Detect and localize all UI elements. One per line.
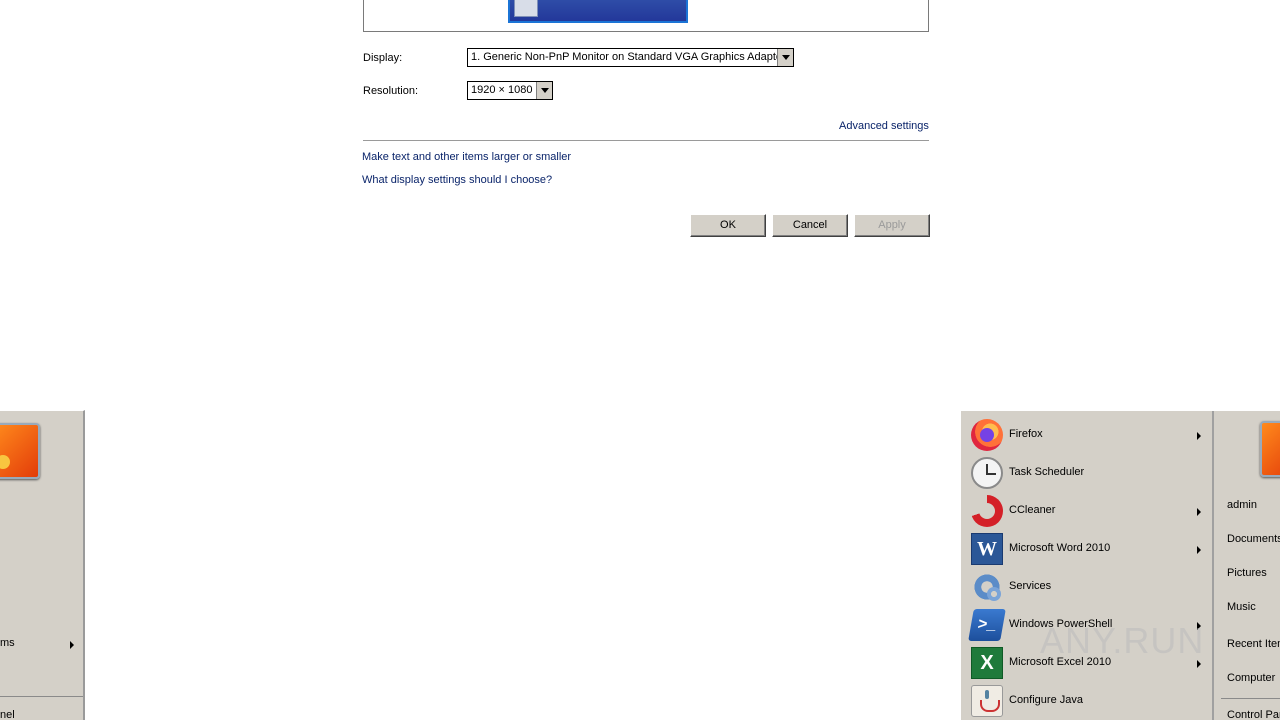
- display-help-link[interactable]: What display settings should I choose?: [362, 174, 552, 186]
- program-item-configure-java[interactable]: Configure Java: [969, 683, 1209, 719]
- program-label: CCleaner: [1009, 504, 1056, 516]
- place-item-recent-items[interactable]: Recent Items: [1227, 638, 1280, 650]
- display-select-value: 1. Generic Non-PnP Monitor on Standard V…: [471, 51, 786, 63]
- resolution-label: Resolution:: [363, 85, 419, 97]
- program-label: Configure Java: [1009, 694, 1083, 706]
- start-menu: Firefox Task Scheduler CCleaner W Micros…: [960, 410, 1280, 720]
- user-picture[interactable]: [1260, 421, 1280, 477]
- chevron-right-icon: [70, 641, 74, 649]
- text-size-link[interactable]: Make text and other items larger or smal…: [362, 151, 571, 163]
- menu-separator: [0, 696, 83, 697]
- word-icon: W: [971, 533, 1003, 565]
- program-item-task-scheduler[interactable]: Task Scheduler: [969, 455, 1209, 491]
- place-item-documents[interactable]: Documents: [1227, 533, 1280, 545]
- program-item-services[interactable]: Services: [969, 569, 1209, 605]
- program-label: Microsoft Word 2010: [1009, 542, 1111, 554]
- program-item-firefox[interactable]: Firefox: [969, 417, 1209, 453]
- chevron-right-icon: [1197, 660, 1201, 668]
- task-scheduler-icon: [971, 457, 1003, 489]
- display-label: Display:: [363, 52, 403, 64]
- program-label: Windows PowerShell: [1009, 618, 1113, 630]
- start-menu-programs: Firefox Task Scheduler CCleaner W Micros…: [961, 411, 1214, 720]
- ok-button[interactable]: OK: [690, 214, 766, 237]
- all-programs-item[interactable]: ms: [0, 637, 15, 649]
- program-item-ccleaner[interactable]: CCleaner: [969, 493, 1209, 529]
- place-item-admin[interactable]: admin: [1227, 499, 1257, 511]
- left-start-menu-fragment: ms nel: [0, 410, 85, 720]
- control-panel-item[interactable]: nel: [0, 709, 15, 720]
- powershell-icon: >_: [968, 609, 1006, 641]
- display-select[interactable]: 1. Generic Non-PnP Monitor on Standard V…: [467, 48, 794, 67]
- chevron-right-icon: [1197, 622, 1201, 630]
- menu-separator: [1221, 698, 1280, 699]
- program-item-powershell[interactable]: >_ Windows PowerShell: [968, 607, 1209, 643]
- program-label: Microsoft Excel 2010: [1009, 656, 1112, 668]
- firefox-icon: [971, 419, 1003, 451]
- cancel-button[interactable]: Cancel: [772, 214, 848, 237]
- program-label: Services: [1009, 580, 1052, 592]
- ccleaner-icon: [971, 495, 1003, 527]
- advanced-settings-link[interactable]: Advanced settings: [839, 120, 929, 132]
- divider: [363, 140, 929, 141]
- java-icon: [971, 685, 1003, 717]
- apply-button[interactable]: Apply: [854, 214, 930, 237]
- place-item-pictures[interactable]: Pictures: [1227, 567, 1267, 579]
- monitor-preview: [363, 0, 929, 32]
- services-icon: [971, 571, 1003, 603]
- chevron-right-icon: [1197, 546, 1201, 554]
- chevron-down-icon[interactable]: [777, 49, 793, 66]
- program-label: Task Scheduler: [1009, 466, 1085, 478]
- resolution-select[interactable]: 1920 × 1080: [467, 81, 553, 100]
- excel-icon: X: [971, 647, 1003, 679]
- resolution-select-value: 1920 × 1080: [471, 84, 533, 96]
- place-item-control-panel[interactable]: Control Panel: [1227, 709, 1280, 720]
- user-picture[interactable]: [0, 423, 40, 479]
- monitor-1-thumbnail[interactable]: [508, 0, 688, 23]
- program-label: Firefox: [1009, 428, 1043, 440]
- chevron-down-icon[interactable]: [536, 82, 552, 99]
- chevron-right-icon: [1197, 508, 1201, 516]
- start-menu-places: admin Documents Pictures Music Recent It…: [1216, 411, 1280, 720]
- program-item-excel[interactable]: X Microsoft Excel 2010: [969, 645, 1209, 681]
- program-item-word[interactable]: W Microsoft Word 2010: [969, 531, 1209, 567]
- place-item-computer[interactable]: Computer: [1227, 672, 1275, 684]
- chevron-right-icon: [1197, 432, 1201, 440]
- place-item-music[interactable]: Music: [1227, 601, 1256, 613]
